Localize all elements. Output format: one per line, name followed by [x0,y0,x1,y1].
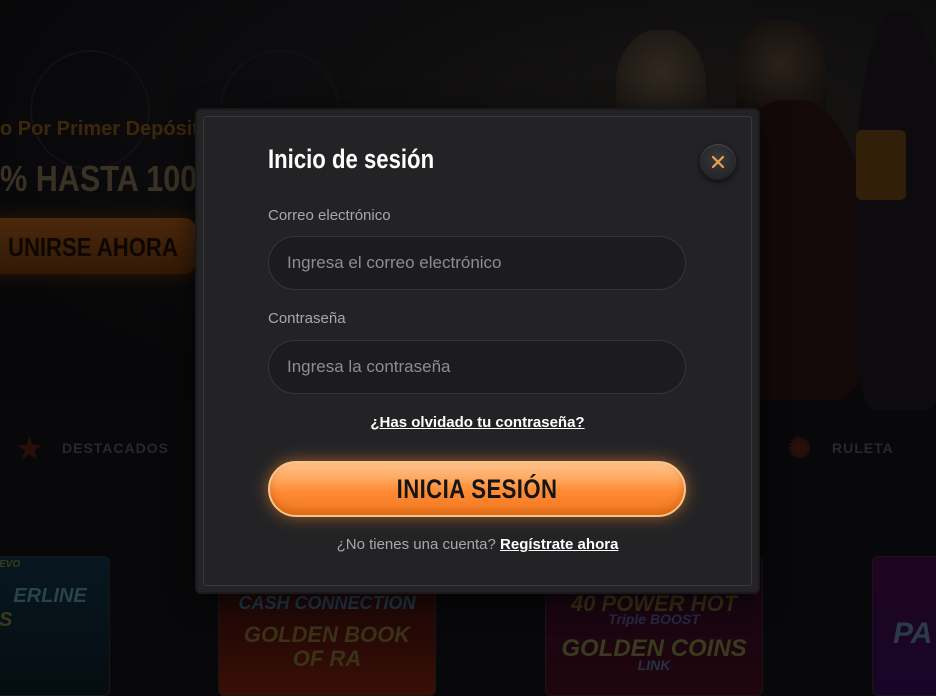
login-button-label: INICIA SESIÓN [396,473,558,504]
modal-title: Inicio de sesión [268,144,435,174]
email-input[interactable] [268,236,686,290]
email-label: Correo electrónico [268,207,391,224]
close-icon [711,155,725,169]
signup-row: ¿No tienes una cuenta? Regístrate ahora [197,536,758,553]
login-modal: Inicio de sesión Correo electrónico Cont… [197,110,758,592]
forgot-password-link[interactable]: ¿Has olvidado tu contraseña? [197,414,758,431]
signup-link[interactable]: Regístrate ahora [500,536,618,553]
password-input[interactable] [268,340,686,394]
password-label: Contraseña [268,310,346,327]
page: o Por Primer Depósit % HASTA 100 € UNIRS… [0,0,936,696]
login-button[interactable]: INICIA SESIÓN [268,461,686,517]
close-button[interactable] [700,144,736,180]
no-account-text: ¿No tienes una cuenta? [336,536,496,553]
